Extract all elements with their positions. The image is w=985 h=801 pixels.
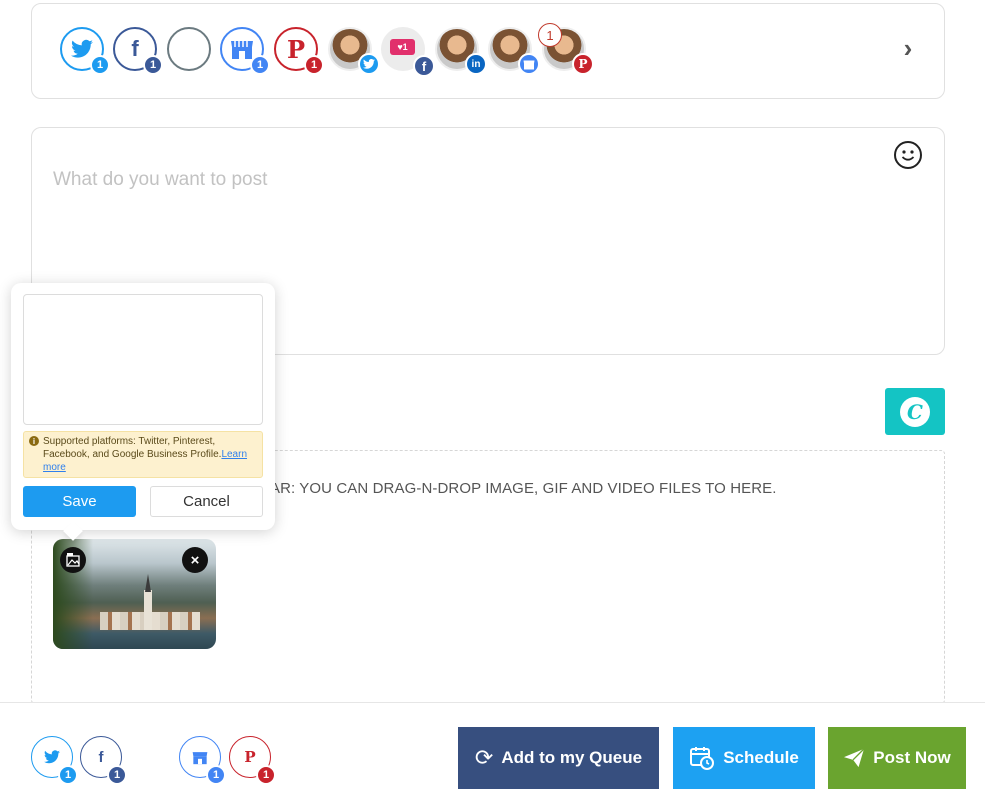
pinterest-p-icon: P bbox=[572, 53, 594, 75]
canva-button[interactable]: C bbox=[885, 388, 945, 435]
schedule-label: Schedule bbox=[723, 748, 799, 767]
twitter-bird-icon bbox=[358, 53, 380, 75]
facebook-f-icon: f bbox=[98, 748, 104, 766]
footer-badge: 1 bbox=[107, 765, 127, 785]
canva-logo-icon: C bbox=[900, 396, 930, 427]
pinterest-p-icon: P bbox=[244, 748, 256, 766]
footer-network-facebook[interactable]: f 1 bbox=[80, 736, 127, 785]
drop-zone-hint: AR: YOU CAN DRAG-N-DROP IMAGE, GIF AND V… bbox=[270, 480, 777, 497]
footer-network-twitter[interactable]: 1 bbox=[31, 736, 78, 785]
account-twitter[interactable]: 1 bbox=[60, 27, 110, 75]
facebook-f-icon: f bbox=[413, 55, 435, 77]
facebook-f-icon: f bbox=[131, 36, 139, 61]
post-now-label: Post Now bbox=[873, 748, 951, 767]
footer-network-google-business[interactable]: 1 bbox=[179, 736, 226, 785]
add-to-queue-label: Add to my Queue bbox=[501, 748, 643, 767]
linkedin-in-icon: in bbox=[465, 53, 487, 75]
footer-badge: 1 bbox=[206, 765, 226, 785]
thumbnail-spire bbox=[145, 574, 151, 592]
footer-network-pinterest[interactable]: P 1 bbox=[229, 736, 276, 785]
store-icon bbox=[192, 751, 208, 764]
profile-avatar-linkedin[interactable]: in bbox=[435, 27, 487, 75]
twitter-bird-icon bbox=[71, 39, 93, 58]
profile-avatar-facebook-page[interactable]: ♥1 f bbox=[381, 27, 435, 77]
schedule-button[interactable]: Schedule bbox=[673, 727, 815, 789]
footer-badge: 1 bbox=[58, 765, 78, 785]
notice-text: Supported platforms: Twitter, Pinterest,… bbox=[43, 436, 222, 460]
post-now-button[interactable]: Post Now bbox=[828, 727, 966, 789]
post-placeholder: What do you want to post bbox=[53, 169, 268, 190]
account-badge: 1 bbox=[304, 55, 324, 75]
add-to-queue-button[interactable]: ⟳ Add to my Queue bbox=[458, 727, 659, 789]
account-badge: 1 bbox=[90, 55, 110, 75]
queue-clock-icon: ⟳ bbox=[474, 745, 494, 770]
info-icon: i bbox=[29, 436, 39, 446]
twitter-bird-icon bbox=[44, 750, 60, 764]
paper-plane-icon bbox=[844, 748, 865, 768]
notification-heart-icon: ♥1 bbox=[390, 39, 415, 55]
footer-badge: 1 bbox=[256, 765, 276, 785]
store-icon bbox=[518, 53, 540, 75]
emoji-picker-icon[interactable] bbox=[894, 141, 922, 169]
account-badge: 1 bbox=[250, 55, 270, 75]
account-pinterest[interactable]: P 1 bbox=[274, 27, 324, 75]
alt-text-image-icon[interactable] bbox=[60, 547, 86, 573]
thumbnail-church bbox=[144, 590, 152, 630]
remove-media-icon[interactable]: × bbox=[182, 547, 208, 573]
account-empty[interactable] bbox=[167, 27, 211, 71]
calendar-clock-icon bbox=[690, 747, 715, 770]
selected-count-badge: 1 bbox=[538, 23, 562, 47]
account-facebook[interactable]: f 1 bbox=[113, 27, 163, 75]
chevron-right-icon[interactable]: › bbox=[895, 33, 921, 63]
profile-avatar-twitter[interactable] bbox=[328, 27, 380, 75]
profile-avatar-google-business[interactable] bbox=[488, 27, 540, 75]
supported-platforms-notice: i Supported platforms: Twitter, Pinteres… bbox=[23, 431, 263, 478]
save-button[interactable]: Save bbox=[23, 486, 136, 517]
store-icon bbox=[231, 41, 253, 59]
account-badge: 1 bbox=[143, 55, 163, 75]
alt-text-input[interactable] bbox=[23, 294, 263, 425]
pinterest-p-icon: P bbox=[286, 34, 306, 64]
cancel-button[interactable]: Cancel bbox=[150, 486, 263, 517]
account-google-business[interactable]: 1 bbox=[220, 27, 270, 75]
